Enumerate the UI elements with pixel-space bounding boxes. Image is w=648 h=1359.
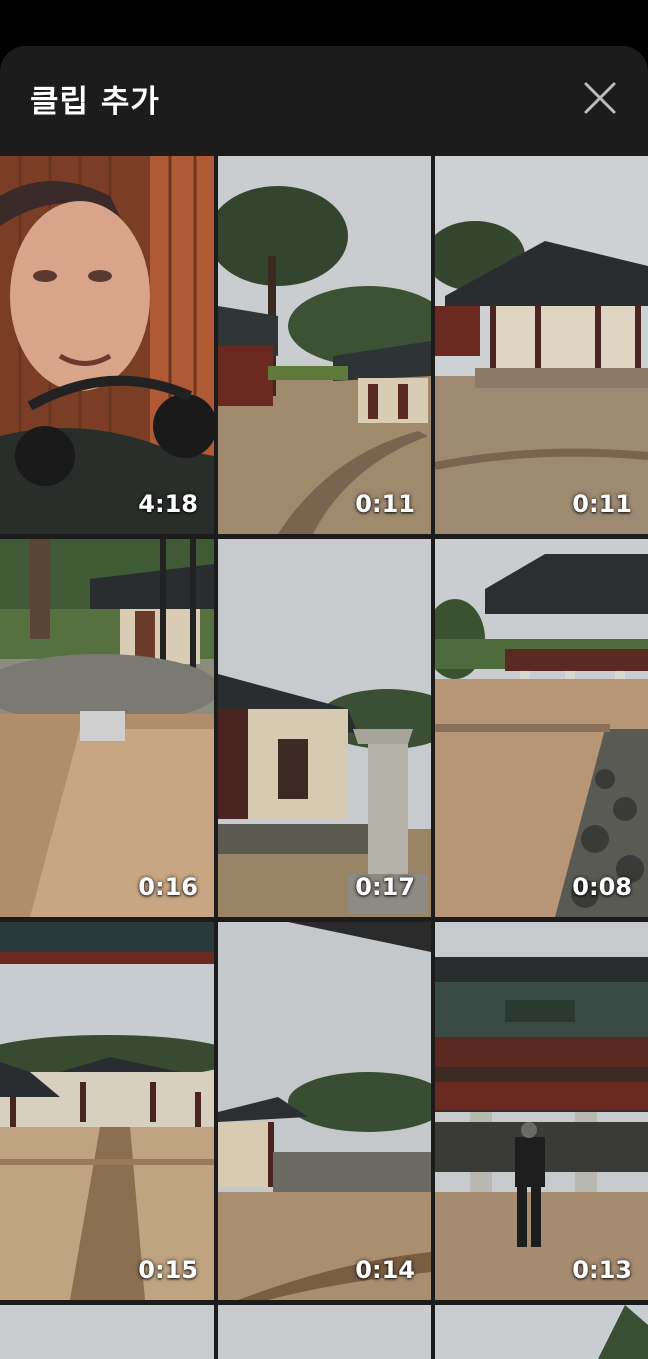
clip-thumbnail[interactable]: 0:17: [218, 539, 431, 917]
clip-thumbnail[interactable]: 4:18: [0, 156, 214, 534]
clip-thumbnail[interactable]: 0:13: [435, 922, 648, 1300]
clip-thumbnail[interactable]: [0, 1305, 214, 1359]
thumbnail-image: [0, 539, 214, 917]
thumbnail-image: [435, 539, 648, 917]
thumbnail-image: [218, 156, 431, 534]
clip-duration: 0:16: [138, 873, 198, 901]
thumbnail-image: [435, 156, 648, 534]
clip-thumbnail[interactable]: 0:08: [435, 539, 648, 917]
close-button[interactable]: [578, 76, 622, 120]
thumbnail-image: [218, 922, 431, 1300]
clip-duration: 4:18: [138, 490, 198, 518]
page-title: 클립 추가: [30, 84, 160, 120]
clip-thumbnail[interactable]: [435, 1305, 648, 1359]
clip-duration: 0:13: [572, 1256, 632, 1284]
thumbnail-image: [0, 156, 214, 534]
sheet-header: 클립 추가: [0, 46, 648, 152]
clip-duration: 0:11: [572, 490, 632, 518]
thumbnail-image: [0, 922, 214, 1300]
clip-duration: 0:15: [138, 1256, 198, 1284]
clip-thumbnail[interactable]: 0:15: [0, 922, 214, 1300]
clip-duration: 0:11: [355, 490, 415, 518]
clip-duration: 0:17: [355, 873, 415, 901]
clip-thumbnail[interactable]: 0:14: [218, 922, 431, 1300]
clip-thumbnail[interactable]: 0:16: [0, 539, 214, 917]
clip-picker-sheet: 클립 추가 4:18 0:11 0:11 0:16 0:17 0:08 0:15…: [0, 46, 648, 1359]
thumbnail-image: [218, 1305, 431, 1359]
clip-thumbnail[interactable]: [218, 1305, 431, 1359]
clip-thumbnail[interactable]: 0:11: [435, 156, 648, 534]
clip-thumbnail[interactable]: 0:11: [218, 156, 431, 534]
close-icon: [584, 82, 616, 114]
clip-duration: 0:14: [355, 1256, 415, 1284]
clip-duration: 0:08: [572, 873, 632, 901]
thumbnail-image: [435, 1305, 648, 1359]
thumbnail-image: [218, 539, 431, 917]
thumbnail-image: [0, 1305, 214, 1359]
thumbnail-image: [435, 922, 648, 1300]
